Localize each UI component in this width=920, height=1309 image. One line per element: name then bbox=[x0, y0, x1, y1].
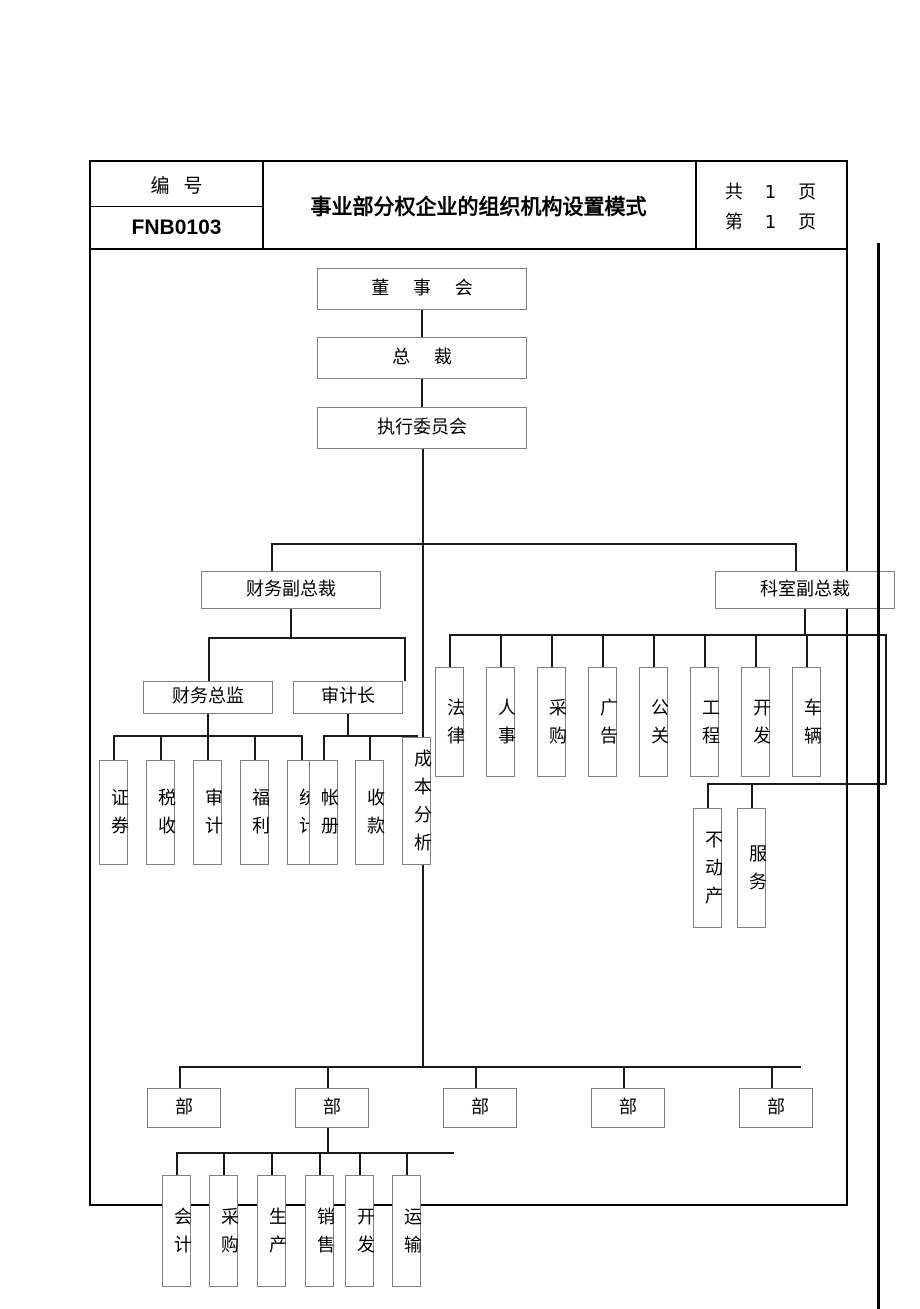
node-office-child-hr: 人事 bbox=[486, 667, 516, 777]
connector-president-to-exec bbox=[421, 379, 423, 407]
node-real-estate: 不动产 bbox=[693, 808, 723, 928]
node-office-child-public-relations: 公关 bbox=[639, 667, 669, 777]
connector-vp-office-down bbox=[804, 609, 806, 634]
connector-office-child-1 bbox=[449, 634, 451, 667]
connector-finance-branch-bar bbox=[208, 637, 406, 639]
page-frame-shadow bbox=[877, 243, 880, 1309]
connector-finance-director-down bbox=[207, 714, 209, 735]
node-division-child-accounting: 会计 bbox=[162, 1175, 192, 1287]
connector-audit-child-2 bbox=[369, 735, 371, 760]
code-value: FNB0103 bbox=[131, 216, 222, 239]
page-current-number: 1 bbox=[764, 212, 777, 233]
node-board: 董 事 会 bbox=[317, 268, 527, 310]
node-audit-child-collections: 收款 bbox=[355, 760, 385, 865]
connector-office-bar-right-drop bbox=[885, 634, 887, 783]
connector-to-vp-office bbox=[795, 543, 797, 571]
node-division-3: 部 bbox=[443, 1088, 517, 1128]
node-office-child-legal: 法律 bbox=[435, 667, 465, 777]
page-title: 事业部分权企业的组织机构设置模式 bbox=[310, 195, 647, 219]
page-total-prefix: 共 bbox=[724, 182, 743, 203]
node-division-2: 部 bbox=[295, 1088, 369, 1128]
connector-finance-child-5 bbox=[301, 735, 303, 760]
connector-audit-child-1 bbox=[323, 735, 325, 760]
node-division-child-sales: 销售 bbox=[305, 1175, 335, 1287]
connector-finance-child-1 bbox=[113, 735, 115, 760]
connector-vp-finance-down bbox=[290, 609, 292, 637]
node-division-child-development: 开发 bbox=[345, 1175, 375, 1287]
connector-division-children-bar bbox=[176, 1152, 454, 1154]
node-division-child-production: 生产 bbox=[257, 1175, 287, 1287]
node-division-5: 部 bbox=[739, 1088, 813, 1128]
connector-to-division-1 bbox=[179, 1066, 181, 1088]
connector-realestate-branch-bar bbox=[707, 783, 887, 785]
node-audit-child-cost-analysis: 成本分析 bbox=[402, 737, 432, 865]
connector-office-child-6 bbox=[704, 634, 706, 667]
connector-to-division-4 bbox=[623, 1066, 625, 1088]
connector-board-to-president bbox=[421, 310, 423, 337]
page-total-number: 1 bbox=[764, 182, 777, 203]
connector-division-child-5 bbox=[359, 1152, 361, 1175]
node-office-child-engineering: 工程 bbox=[690, 667, 720, 777]
connector-office-child-4 bbox=[602, 634, 604, 667]
connector-division-2-down bbox=[327, 1128, 329, 1152]
connector-division-child-1 bbox=[176, 1152, 178, 1175]
node-auditor-general: 审计长 bbox=[293, 681, 403, 714]
node-finance-child-audit: 审计 bbox=[193, 760, 223, 865]
connector-to-vp-finance bbox=[271, 543, 273, 571]
node-division-child-procurement: 采购 bbox=[209, 1175, 239, 1287]
connector-office-children-bar bbox=[449, 634, 887, 636]
node-division-child-transport: 运输 bbox=[392, 1175, 422, 1287]
node-division-4: 部 bbox=[591, 1088, 665, 1128]
connector-finance-child-3 bbox=[207, 735, 209, 760]
node-office-child-vehicles: 车辆 bbox=[792, 667, 822, 777]
connector-vp-branch-bar bbox=[271, 543, 797, 545]
node-finance-director: 财务总监 bbox=[143, 681, 273, 714]
node-vp-finance: 财务副总裁 bbox=[201, 571, 381, 609]
node-office-child-development: 开发 bbox=[741, 667, 771, 777]
connector-finance-child-4 bbox=[254, 735, 256, 760]
node-finance-child-securities: 证券 bbox=[99, 760, 129, 865]
document-header-table: 编号 FNB0103 事业部分权企业的组织机构设置模式 共 1 页 第 1 页 bbox=[91, 162, 846, 250]
node-office-child-procurement: 采购 bbox=[537, 667, 567, 777]
connector-office-child-8 bbox=[806, 634, 808, 667]
node-vp-office: 科室副总裁 bbox=[715, 571, 895, 609]
connector-to-division-5 bbox=[771, 1066, 773, 1088]
page-total-suffix: 页 bbox=[798, 182, 817, 203]
node-exec-committee: 执行委员会 bbox=[317, 407, 527, 449]
node-service: 服务 bbox=[737, 808, 767, 928]
page-count-cell: 共 1 页 第 1 页 bbox=[695, 162, 846, 250]
node-president: 总 裁 bbox=[317, 337, 527, 379]
connector-office-child-2 bbox=[500, 634, 502, 667]
connector-to-division-2 bbox=[327, 1066, 329, 1088]
org-chart: 董 事 会 总 裁 执行委员会 财务副总裁 科室副总裁 财务总监 审计长 证券 … bbox=[91, 250, 895, 1287]
connector-office-child-3 bbox=[551, 634, 553, 667]
document-page-frame: 编号 FNB0103 事业部分权企业的组织机构设置模式 共 1 页 第 1 页 … bbox=[89, 160, 895, 1287]
connector-division-child-6 bbox=[406, 1152, 408, 1175]
node-division-1: 部 bbox=[147, 1088, 221, 1128]
connector-to-service bbox=[751, 783, 753, 808]
connector-finance-child-2 bbox=[160, 735, 162, 760]
node-finance-child-welfare: 福利 bbox=[240, 760, 270, 865]
connector-to-auditor-general bbox=[404, 637, 406, 681]
connector-division-child-4 bbox=[319, 1152, 321, 1175]
page-current-line: 第 1 页 bbox=[716, 208, 826, 234]
page-total-line: 共 1 页 bbox=[716, 178, 826, 204]
connector-auditor-down bbox=[347, 714, 349, 735]
page-current-suffix: 页 bbox=[798, 212, 817, 233]
node-finance-child-tax: 税收 bbox=[146, 760, 176, 865]
connector-office-child-5 bbox=[653, 634, 655, 667]
node-audit-child-ledger: 帐册 bbox=[309, 760, 339, 865]
connector-to-finance-director bbox=[208, 637, 210, 681]
connector-to-real-estate bbox=[707, 783, 709, 808]
connector-to-division-3 bbox=[475, 1066, 477, 1088]
code-label: 编号 bbox=[150, 174, 217, 197]
connector-division-child-2 bbox=[223, 1152, 225, 1175]
connector-division-child-3 bbox=[271, 1152, 273, 1175]
page-current-prefix: 第 bbox=[724, 212, 743, 233]
connector-office-child-7 bbox=[755, 634, 757, 667]
connector-division-branch-bar bbox=[179, 1066, 801, 1068]
node-office-child-advertising: 广告 bbox=[588, 667, 618, 777]
